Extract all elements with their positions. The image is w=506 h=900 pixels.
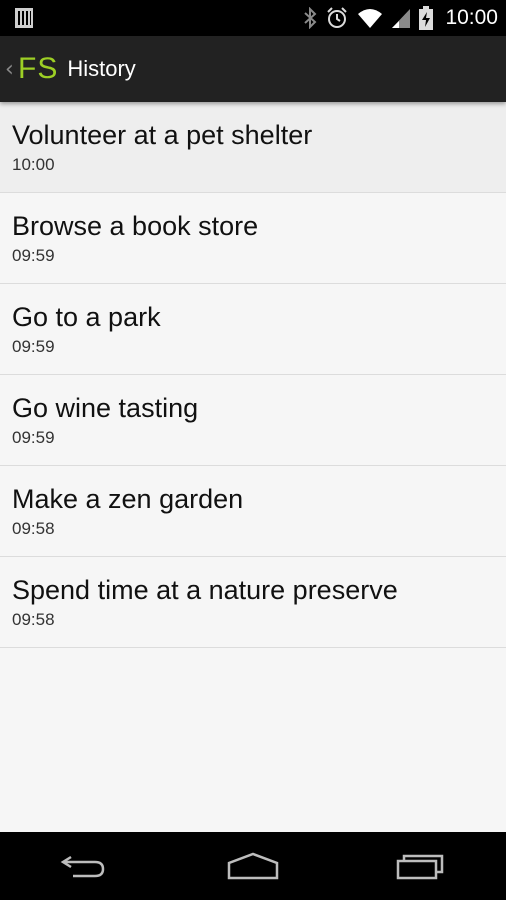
item-title: Go to a park xyxy=(12,302,161,332)
status-bar: 10:00 xyxy=(0,0,506,36)
signal-icon xyxy=(392,9,411,28)
home-icon xyxy=(227,852,279,880)
item-title: Go wine tasting xyxy=(12,393,199,423)
item-time: 09:59 xyxy=(12,246,55,265)
home-button[interactable] xyxy=(208,836,298,896)
list-item[interactable]: Go wine tasting 09:59 xyxy=(0,375,506,466)
recents-icon xyxy=(396,854,443,880)
list-item[interactable]: Make a zen garden 09:58 xyxy=(0,466,506,557)
item-title: Browse a book store xyxy=(12,211,259,241)
page-title: History xyxy=(67,56,136,81)
item-title: Volunteer at a pet shelter xyxy=(12,120,313,150)
back-button[interactable] xyxy=(39,836,129,896)
item-time: 09:58 xyxy=(12,610,55,629)
item-time: 10:00 xyxy=(12,155,55,174)
list-item[interactable]: Spend time at a nature preserve 09:58 xyxy=(0,557,506,648)
recents-button[interactable] xyxy=(377,836,467,896)
bluetooth-icon xyxy=(304,7,317,29)
status-clock: 10:00 xyxy=(445,6,498,29)
alarm-icon xyxy=(327,7,348,28)
list-item[interactable]: Go to a park 09:59 xyxy=(0,284,506,375)
item-time: 09:59 xyxy=(12,428,55,447)
wifi-icon xyxy=(358,9,383,28)
app-logo[interactable]: FS xyxy=(18,52,58,86)
sim-icon xyxy=(15,8,33,28)
battery-charging-icon xyxy=(419,6,434,30)
action-bar: ‹ FS History xyxy=(0,36,506,102)
navigation-bar xyxy=(0,832,506,900)
history-list: Volunteer at a pet shelter 10:00 Browse … xyxy=(0,102,506,648)
item-time: 09:59 xyxy=(12,337,55,356)
list-item[interactable]: Browse a book store 09:59 xyxy=(0,193,506,284)
list-item[interactable]: Volunteer at a pet shelter 10:00 xyxy=(0,102,506,193)
item-time: 09:58 xyxy=(12,519,55,538)
item-title: Spend time at a nature preserve xyxy=(12,575,398,605)
item-title: Make a zen garden xyxy=(12,484,244,514)
up-navigation-icon[interactable]: ‹ xyxy=(5,57,17,82)
screen: 10:00 ‹ FS History Volunteer at a pet sh… xyxy=(0,0,506,900)
back-icon xyxy=(60,855,105,878)
